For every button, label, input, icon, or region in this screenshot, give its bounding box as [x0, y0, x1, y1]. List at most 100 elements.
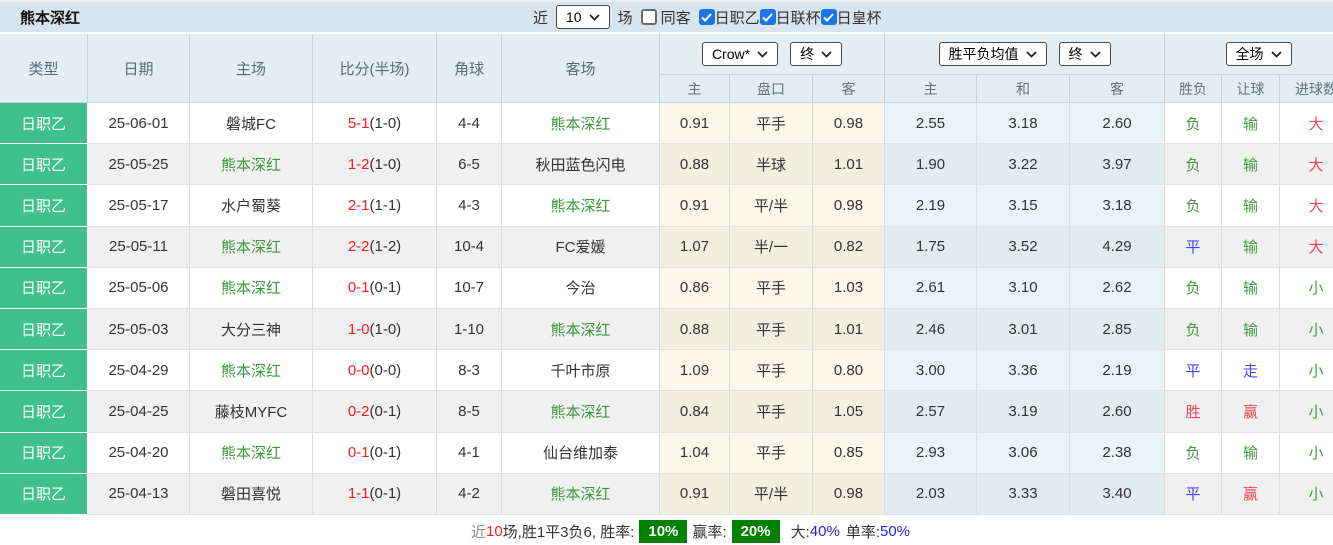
summary-record-text: 场,胜1平3负6, 胜率:: [502, 523, 635, 541]
corner-cell: 4-1: [437, 432, 502, 473]
odds-line-cell: 平/半: [730, 473, 813, 514]
avg-period-select[interactable]: 终: [1058, 42, 1111, 66]
league-cup-label: 日联杯: [775, 9, 821, 27]
win-rate-badge: 10%: [639, 519, 688, 543]
table-row: 日职乙 25-05-11 熊本深红 2-2 (1-2) 10-4 FC爱媛 1.07 半/一 0.…: [0, 226, 1333, 268]
check-icon: [701, 12, 712, 22]
half-time-score: (1-0): [369, 320, 402, 338]
recent-count-value: 10: [566, 9, 582, 25]
type-badge: 日职乙: [0, 432, 88, 474]
half-time-score: (0-1): [369, 444, 402, 462]
avg-select-group: 胜平负均值 终: [885, 34, 1165, 74]
home-team-cell: 熊本深红: [190, 267, 313, 308]
table-row: 日职乙 25-05-06 熊本深红 0-1 (0-1) 10-7 今治 0.86 平手 1.03 2…: [0, 267, 1333, 309]
avg-home-cell: 1.90: [885, 144, 977, 185]
result-cell: 负: [1165, 185, 1222, 226]
chevron-down-icon: [1089, 50, 1101, 58]
odds-away-cell: 0.98: [813, 473, 885, 514]
result-cell: 负: [1165, 432, 1222, 473]
corner-cell: 8-5: [437, 391, 502, 432]
avg-draw-cell: 3.06: [977, 432, 1070, 473]
away-team-cell: 今治: [502, 267, 660, 308]
handicap-result-cell: 走: [1222, 350, 1280, 391]
home-team-cell: 藤枝MYFC: [190, 391, 313, 432]
league-cup-checkbox[interactable]: [759, 9, 776, 25]
handicap-result-cell: 输: [1222, 226, 1280, 267]
home-team-cell: 磐田喜悦: [190, 473, 313, 514]
avg-draw-cell: 3.18: [977, 103, 1070, 144]
odds-away-cell: 0.85: [813, 432, 885, 473]
goals-result-cell: 大: [1280, 185, 1333, 225]
odds-line-cell: 平手: [730, 350, 813, 391]
score-cell: 0-1 (0-1): [313, 432, 437, 473]
goals-result-cell: 大: [1280, 227, 1333, 267]
away-team-cell: FC爱媛: [502, 226, 660, 267]
date-cell: 25-05-11: [88, 226, 190, 267]
avg-draw-cell: 3.36: [977, 350, 1070, 391]
scope-select[interactable]: 全场: [1225, 42, 1292, 66]
summary-over-rate: 40%: [809, 522, 840, 540]
home-team-cell: 大分三神: [190, 308, 313, 350]
result-cell: 负: [1165, 308, 1222, 350]
same-away-checkbox[interactable]: [640, 9, 657, 25]
date-cell: 25-05-03: [88, 308, 190, 350]
avg-away-cell: 3.97: [1070, 144, 1165, 185]
odds-period-select[interactable]: 终: [790, 42, 843, 66]
result-cell: 胜: [1165, 391, 1222, 432]
result-cell: 平: [1165, 226, 1222, 267]
odds-home-cell: 0.88: [660, 144, 730, 185]
subheader-goals: 进球数: [1280, 74, 1333, 102]
chevron-down-icon: [821, 50, 832, 58]
avg-odds-select[interactable]: 胜平负均值: [938, 42, 1047, 66]
date-cell: 25-05-06: [88, 267, 190, 308]
recent-label: 近: [533, 9, 549, 27]
league-j2-checkbox[interactable]: [698, 9, 715, 25]
summary-match-count: 10: [485, 522, 503, 540]
odds-home-cell: 0.91: [660, 103, 730, 144]
header-date: 日期: [88, 34, 190, 102]
chevron-down-icon: [1025, 50, 1037, 58]
recent-count-select[interactable]: 10: [556, 5, 610, 29]
avg-draw-cell: 3.22: [977, 144, 1070, 185]
odds-away-cell: 0.98: [813, 103, 885, 144]
handicap-result-cell: 输: [1222, 185, 1280, 226]
full-time-score: 2-1: [347, 196, 370, 214]
score-cell: 5-1 (1-0): [313, 103, 437, 144]
odds-home-cell: 1.04: [660, 432, 730, 473]
avg-draw-cell: 3.01: [977, 308, 1070, 350]
score-cell: 0-1 (0-1): [313, 267, 437, 308]
table-row: 日职乙 25-05-25 熊本深红 1-2 (1-0) 6-5 秋田蓝色闪电 0.88 半球 1.…: [0, 144, 1333, 186]
half-time-score: (0-1): [369, 485, 402, 503]
date-cell: 25-04-13: [88, 473, 190, 514]
type-badge: 日职乙: [0, 226, 88, 268]
score-cell: 2-2 (1-2): [313, 226, 437, 267]
result-cell: 平: [1165, 350, 1222, 391]
league-j2-label: 日职乙: [714, 9, 760, 27]
goals-result-cell: 小: [1280, 309, 1333, 349]
avg-home-cell: 2.61: [885, 267, 977, 308]
table-body: 日职乙 25-06-01 磐城FC 5-1 (1-0) 4-4 熊本深红 0.91 平手 0.98…: [0, 103, 1333, 515]
type-badge: 日职乙: [0, 267, 88, 309]
handicap-result-cell: 赢: [1222, 391, 1280, 432]
home-team-cell: 熊本深红: [190, 350, 313, 391]
avg-draw-cell: 3.52: [977, 226, 1070, 267]
type-badge: 日职乙: [0, 473, 88, 515]
corner-cell: 4-4: [437, 103, 502, 144]
same-away-label: 同客: [660, 9, 691, 27]
chevron-down-icon: [588, 13, 600, 21]
odds-line-cell: 平手: [730, 103, 813, 144]
corner-cell: 10-4: [437, 226, 502, 267]
header-away: 客场: [502, 34, 660, 102]
away-team-cell: 熊本深红: [502, 391, 660, 432]
odds-select-group: Crow* 终: [660, 34, 885, 74]
odds-provider-select[interactable]: Crow*: [701, 42, 779, 66]
score-cell: 1-0 (1-0): [313, 308, 437, 350]
goals-result-cell: 小: [1280, 391, 1333, 431]
subheader-odds-home: 主: [660, 74, 730, 102]
avg-away-cell: 2.60: [1070, 391, 1165, 432]
date-cell: 25-06-01: [88, 103, 190, 144]
emperor-cup-checkbox[interactable]: [820, 9, 837, 25]
header-score: 比分(半场): [313, 34, 437, 102]
date-cell: 25-05-25: [88, 144, 190, 185]
score-cell: 0-0 (0-0): [313, 350, 437, 391]
